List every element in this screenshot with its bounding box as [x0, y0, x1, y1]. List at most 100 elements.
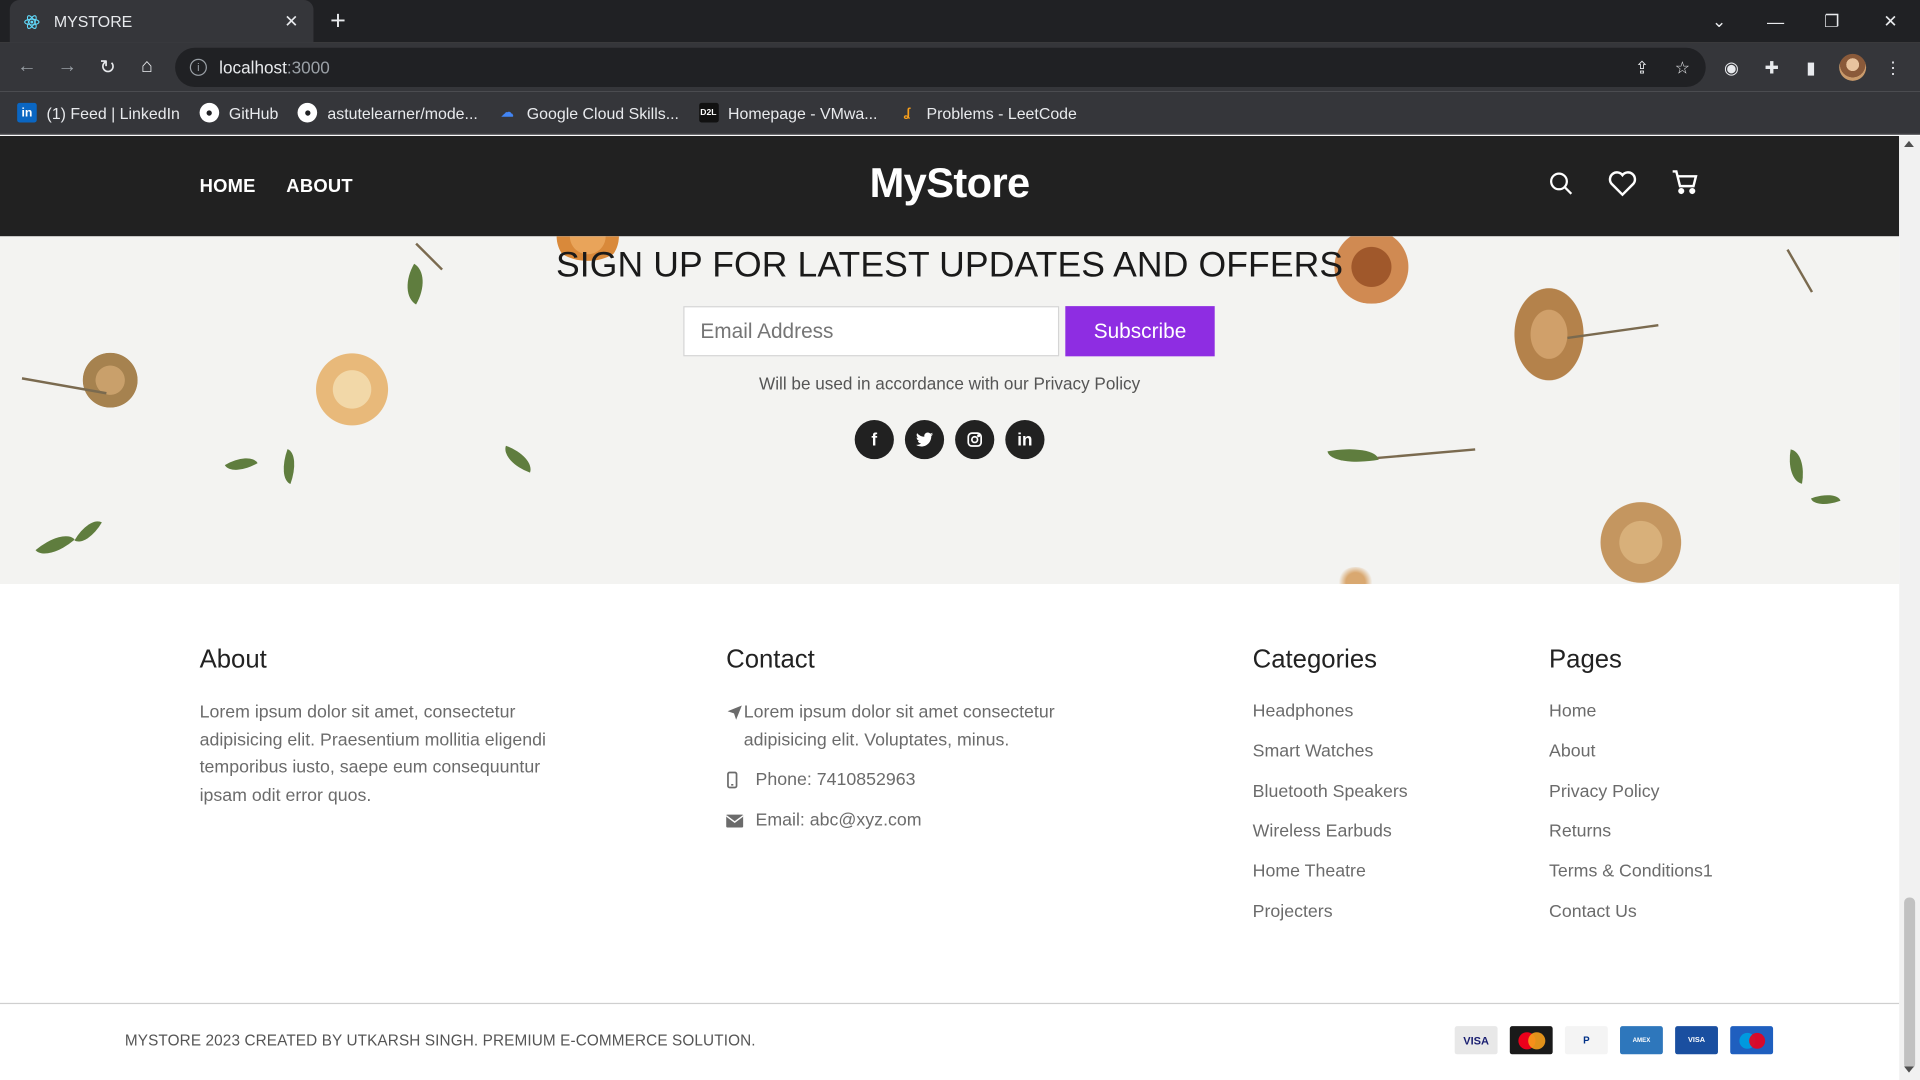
category-link[interactable]: Bluetooth Speakers: [1253, 782, 1408, 802]
bookmark-label: GitHub: [228, 103, 279, 122]
search-icon[interactable]: [1548, 170, 1577, 199]
pages-title: Pages: [1548, 645, 1622, 674]
side-panel-icon[interactable]: ▮: [1799, 55, 1823, 79]
page-link[interactable]: Terms & Conditions1: [1549, 862, 1713, 882]
bookmark-linkedin[interactable]: in (1) Feed | LinkedIn: [17, 102, 180, 123]
scroll-up-icon[interactable]: [1904, 140, 1914, 147]
categories-title: Categories: [1252, 645, 1378, 674]
social-links: f in: [854, 420, 1045, 460]
category-link[interactable]: Home Theatre: [1253, 862, 1366, 882]
mobile-icon: [726, 767, 755, 794]
footer-divider: [0, 1002, 1900, 1005]
category-link[interactable]: Smart Watches: [1253, 742, 1374, 762]
email-text: Email: abc@xyz.com: [755, 810, 922, 831]
page-link[interactable]: Home: [1549, 702, 1596, 722]
contact-address: Lorem ipsum dolor sit amet consectetur a…: [726, 699, 1093, 755]
about-title: About: [199, 645, 267, 674]
bookmark-leetcode[interactable]: ʆ Problems - LeetCode: [897, 103, 1077, 123]
copyright-text: MYSTORE 2023 CREATED BY UTKARSH SINGH. P…: [124, 1032, 756, 1050]
bookmarks-bar: in (1) Feed | LinkedIn ● GitHub ● astute…: [0, 91, 1920, 135]
bookmark-vmware[interactable]: D2L Homepage - VMwa...: [698, 102, 878, 123]
category-link[interactable]: Projecters: [1253, 902, 1333, 922]
contact-phone: Phone: 7410852963: [726, 767, 915, 795]
scroll-down-icon[interactable]: [1904, 1066, 1914, 1073]
newsletter-section: SIGN UP FOR LATEST UPDATES AND OFFERS Su…: [0, 236, 1900, 585]
heart-icon[interactable]: [1608, 170, 1637, 199]
maestro-card-icon: [1730, 1026, 1774, 1055]
twitter-icon[interactable]: [904, 420, 945, 460]
bookmark-label: Google Cloud Skills...: [526, 103, 679, 122]
bookmark-github[interactable]: ● GitHub: [199, 102, 279, 123]
page-link[interactable]: About: [1549, 742, 1595, 762]
d2l-icon: D2L: [698, 102, 719, 123]
about-text: Lorem ipsum dolor sit amet, consectetur …: [199, 702, 547, 806]
forward-icon[interactable]: →: [53, 53, 82, 82]
page-scrollbar[interactable]: [1899, 135, 1920, 1080]
newsletter-title: SIGN UP FOR LATEST UPDATES AND OFFERS: [555, 246, 1344, 286]
close-tab-icon[interactable]: ✕: [282, 11, 302, 32]
minimize-icon[interactable]: —: [1747, 0, 1803, 43]
back-icon[interactable]: ←: [12, 53, 41, 82]
cart-icon[interactable]: [1670, 168, 1699, 197]
home-icon[interactable]: ⌂: [132, 53, 161, 82]
tab-search-icon[interactable]: ⌄: [1691, 0, 1747, 43]
url-host: localhost: [219, 57, 287, 78]
instagram-icon[interactable]: [955, 420, 995, 460]
bookmark-star-icon[interactable]: ☆: [1670, 55, 1694, 79]
category-link[interactable]: Wireless Earbuds: [1253, 822, 1392, 842]
new-tab-icon[interactable]: +: [324, 7, 351, 34]
tab-title: MYSTORE: [53, 12, 133, 31]
site-footer: About Lorem ipsum dolor sit amet, consec…: [0, 584, 1900, 1080]
browser-tabbar: MYSTORE ✕ + ⌄ — ❐ ✕: [0, 0, 1920, 43]
profile-avatar[interactable]: [1839, 53, 1867, 81]
subscribe-button[interactable]: Subscribe: [1065, 306, 1215, 357]
github-icon: ●: [297, 102, 318, 123]
browser-toolbar: ← → ↻ ⌂ i localhost:3000 ⇪ ☆ ◉ ✚ ▮ ⋮: [0, 42, 1920, 92]
bookmark-google-cloud[interactable]: ☁ Google Cloud Skills...: [497, 103, 679, 123]
google-cloud-icon: ☁: [501, 105, 514, 120]
site-header: HOME ABOUT MyStore: [0, 135, 1900, 237]
bookmark-label: astutelearner/mode...: [327, 103, 478, 122]
location-arrow-icon: [726, 699, 744, 726]
mastercard-icon: [1509, 1026, 1553, 1055]
payment-methods: VISA P AMEX VISA: [1454, 1026, 1774, 1055]
privacy-note: Will be used in accordance with our Priv…: [759, 373, 1141, 394]
bookmark-label: Homepage - VMwa...: [727, 103, 878, 122]
page-link[interactable]: Returns: [1549, 822, 1611, 842]
bookmark-github-repo[interactable]: ● astutelearner/mode...: [297, 102, 478, 123]
grammarly-icon[interactable]: ◉: [1719, 55, 1743, 79]
phone-text: Phone: 7410852963: [755, 770, 916, 790]
extensions-icon[interactable]: ✚: [1760, 55, 1784, 79]
site-info-icon[interactable]: i: [189, 58, 207, 76]
url-port: :3000: [286, 57, 330, 78]
reload-icon[interactable]: ↻: [93, 53, 122, 82]
page-viewport: HOME ABOUT MyStore SIGN UP FOR LATEST UP…: [0, 135, 1900, 1080]
envelope-icon: [726, 807, 755, 834]
linkedin-icon: in: [17, 102, 37, 123]
page-link[interactable]: Privacy Policy: [1549, 782, 1660, 802]
visa-electron-card-icon: VISA: [1675, 1026, 1718, 1055]
amex-card-icon: AMEX: [1620, 1026, 1663, 1055]
contact-email: Email: abc@xyz.com: [726, 807, 922, 835]
paypal-card-icon: P: [1564, 1026, 1608, 1055]
bookmark-label: (1) Feed | LinkedIn: [46, 103, 180, 122]
restore-icon[interactable]: ❐: [1804, 0, 1860, 43]
close-window-icon[interactable]: ✕: [1862, 0, 1918, 43]
react-icon: [22, 12, 42, 32]
address-text: Lorem ipsum dolor sit amet consectetur a…: [743, 702, 1055, 751]
address-bar[interactable]: i localhost:3000 ⇪ ☆: [175, 47, 1706, 87]
leetcode-icon: ʆ: [903, 105, 911, 120]
visa-card-icon: VISA: [1454, 1026, 1498, 1055]
linkedin-icon[interactable]: in: [1005, 420, 1045, 460]
email-input[interactable]: [683, 306, 1060, 357]
scrollbar-thumb[interactable]: [1904, 897, 1916, 1069]
page-link[interactable]: Contact Us: [1549, 902, 1637, 922]
menu-icon[interactable]: ⋮: [1881, 55, 1905, 79]
browser-tab[interactable]: MYSTORE ✕: [9, 0, 314, 43]
category-link[interactable]: Headphones: [1253, 702, 1354, 722]
share-icon[interactable]: ⇪: [1630, 55, 1654, 79]
contact-title: Contact: [726, 645, 815, 674]
bookmark-label: Problems - LeetCode: [926, 103, 1077, 122]
facebook-icon[interactable]: f: [854, 420, 894, 460]
github-icon: ●: [199, 102, 220, 123]
